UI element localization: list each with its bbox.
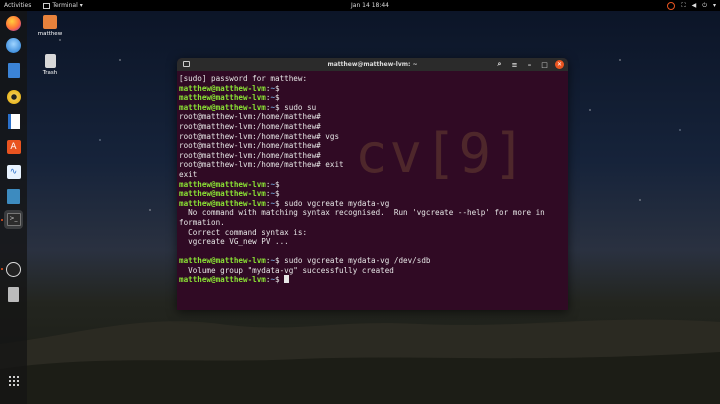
prompt-line: matthew@matthew-lvm:~$ [179, 189, 285, 199]
output-line: root@matthew-lvm:/home/matthew# vgs [179, 131, 340, 141]
maximize-button[interactable]: □ [540, 60, 549, 69]
system-tray[interactable]: ⛶ ◀ ⏻ ▾ [667, 1, 716, 10]
command-text: $ [275, 83, 285, 93]
thunderbird-icon [6, 38, 21, 53]
dock-notes[interactable] [4, 285, 23, 304]
trash-icon [44, 54, 56, 68]
grid-icon [8, 375, 19, 386]
window-title: matthew@matthew-lvm: ~ [327, 61, 418, 68]
rhythmbox-icon [6, 89, 21, 104]
command-text: $ sudo su [275, 102, 317, 112]
running-indicator [1, 219, 3, 221]
prompt-line: matthew@matthew-lvm:~$ sudo vgcreate myd… [179, 198, 390, 208]
prompt-user: matthew@matthew-lvm [179, 275, 266, 285]
software-store-icon: A [6, 139, 21, 154]
terminal-titlebar[interactable]: matthew@matthew-lvm: ~ ⌕ ≡ – □ ✕ [177, 58, 568, 71]
recording-icon[interactable] [667, 1, 676, 10]
app-menu-label: Terminal [52, 2, 78, 9]
output-line: root@matthew-lvm:/home/matthew# [179, 112, 321, 122]
prompt-user: matthew@matthew-lvm [179, 83, 266, 93]
prompt-user: matthew@matthew-lvm [179, 102, 266, 112]
dock-terminal[interactable]: >_ [4, 210, 23, 229]
dock-code[interactable] [4, 187, 23, 206]
output-line: No command with matching syntax recognis… [179, 208, 545, 218]
desktop-icon-label: Trash [42, 70, 58, 76]
output-line: Volume group "mydata-vg" successfully cr… [179, 265, 394, 275]
folder-icon [43, 15, 57, 29]
output-line: vgcreate VG_new PV ... [179, 237, 289, 247]
new-tab-icon[interactable] [183, 61, 190, 67]
files-icon [7, 63, 20, 78]
output-line: root@matthew-lvm:/home/matthew# [179, 150, 321, 160]
output-line: Correct command syntax is: [179, 227, 308, 237]
search-icon[interactable]: ⌕ [495, 60, 504, 69]
terminal-icon [43, 2, 51, 9]
terminal-output[interactable]: [sudo] password for matthew: matthew@matt… [177, 71, 568, 285]
activities-button[interactable]: Activities [4, 2, 31, 9]
command-text: $ sudo vgcreate mydata-vg /dev/sdb [275, 256, 431, 266]
obs-icon [6, 262, 21, 277]
prompt-user: matthew@matthew-lvm [179, 189, 266, 199]
desktop-icon-label: matthew [37, 31, 63, 37]
network-icon: ⛶ [681, 1, 686, 9]
dock-rhythmbox[interactable] [4, 87, 23, 106]
power-icon: ⏻ [702, 1, 707, 9]
prompt-line: matthew@matthew-lvm:~$ sudo vgcreate myd… [179, 256, 431, 266]
close-button[interactable]: ✕ [555, 60, 564, 69]
command-text: $ [275, 179, 285, 189]
dock-software[interactable]: A [4, 137, 23, 156]
running-indicator [1, 268, 3, 270]
top-bar: Activities Terminal ▾ Jan 14 18:44 ⛶ ◀ ⏻… [0, 0, 720, 11]
terminal-window[interactable]: matthew@matthew-lvm: ~ ⌕ ≡ – □ ✕ cv[9] [… [177, 58, 568, 310]
show-apps-button[interactable] [4, 371, 23, 390]
firefox-icon [6, 16, 21, 31]
output-line: exit [179, 169, 198, 179]
terminal-icon: >_ [6, 213, 21, 226]
command-text: $ [275, 189, 285, 199]
dock-files[interactable] [4, 61, 23, 80]
code-editor-icon [7, 189, 20, 204]
dock: A ∿ >_ [0, 11, 27, 404]
volume-icon: ◀ [691, 2, 697, 9]
system-monitor-icon: ∿ [6, 164, 21, 179]
command-text: $ sudo vgcreate mydata-vg [275, 198, 390, 208]
dock-obs[interactable] [4, 260, 23, 279]
text-cursor [284, 275, 290, 284]
prompt-line: matthew@matthew-lvm:~$ [179, 93, 285, 103]
output-line: root@matthew-lvm:/home/matthew# [179, 141, 321, 151]
writer-icon [7, 114, 20, 129]
dock-firefox[interactable] [4, 14, 23, 33]
desktop-home-folder[interactable]: matthew [35, 15, 65, 37]
command-text: $ [275, 93, 285, 103]
prompt-user: matthew@matthew-lvm [179, 198, 266, 208]
output-line: root@matthew-lvm:/home/matthew# exit [179, 160, 344, 170]
dock-system-monitor[interactable]: ∿ [4, 162, 23, 181]
clock[interactable]: Jan 14 18:44 [340, 2, 400, 9]
notes-icon [8, 287, 19, 302]
prompt-line: matthew@matthew-lvm:~$ [179, 179, 285, 189]
output-line: [sudo] password for matthew: [179, 74, 308, 83]
command-text: $ [275, 275, 285, 285]
minimize-button[interactable]: – [525, 60, 534, 69]
desktop-trash[interactable]: Trash [35, 54, 65, 76]
prompt-line: matthew@matthew-lvm:~$ [179, 275, 566, 285]
output-line: formation. [179, 217, 225, 227]
chevron-down-icon: ▾ [712, 2, 716, 9]
prompt-line: matthew@matthew-lvm:~$ sudo su [179, 102, 317, 112]
chevron-down-icon: ▾ [79, 2, 83, 9]
app-menu[interactable]: Terminal ▾ [43, 2, 83, 9]
dock-thunderbird[interactable] [4, 36, 23, 55]
menu-icon[interactable]: ≡ [510, 60, 519, 69]
prompt-user: matthew@matthew-lvm [179, 179, 266, 189]
dock-writer[interactable] [4, 112, 23, 131]
prompt-line: matthew@matthew-lvm:~$ [179, 83, 285, 93]
prompt-user: matthew@matthew-lvm [179, 93, 266, 103]
prompt-user: matthew@matthew-lvm [179, 256, 266, 266]
output-line: root@matthew-lvm:/home/matthew# [179, 121, 321, 131]
